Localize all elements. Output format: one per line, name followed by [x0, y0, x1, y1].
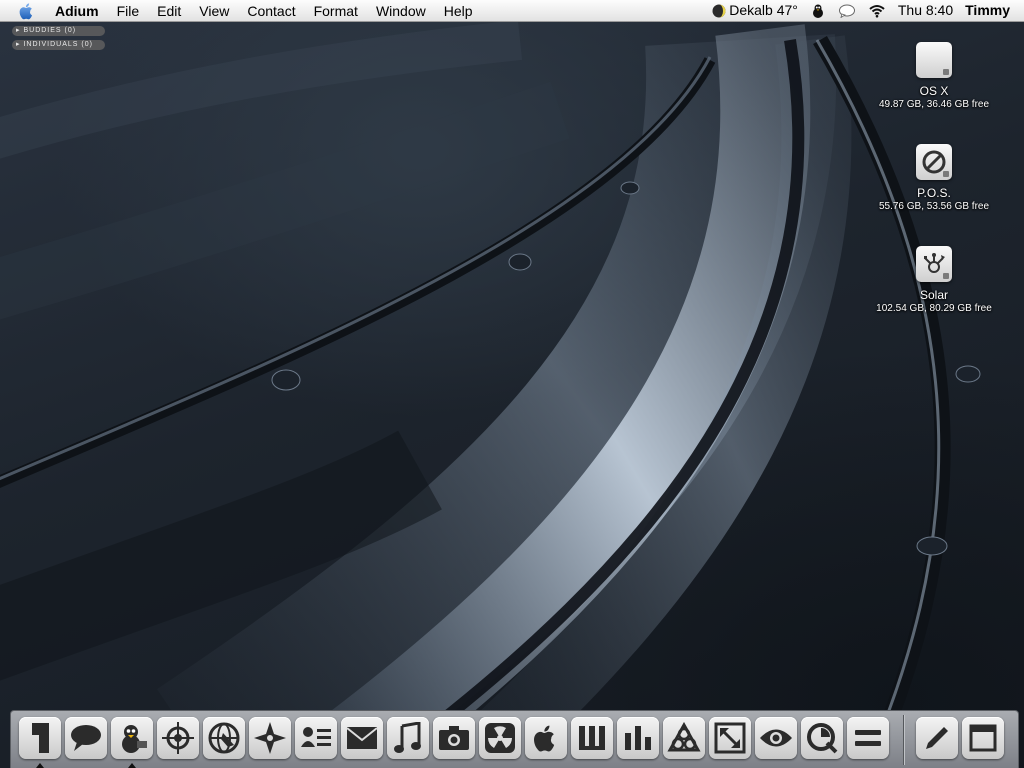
running-indicator: [36, 763, 44, 768]
menu-help[interactable]: Help: [435, 0, 482, 22]
menu-extras: Dekalb 47° Thu 8:40 Timmy: [706, 0, 1024, 21]
hard-drive-icon: [916, 42, 952, 78]
mail-icon[interactable]: [341, 717, 383, 759]
contact-group-buddies[interactable]: ▸ BUDDIES (0): [12, 26, 105, 36]
wifi-icon: [869, 4, 885, 17]
dock-separator: [903, 715, 904, 765]
volume-name: OS X: [919, 84, 949, 98]
itunes-icon[interactable]: [387, 717, 429, 759]
weather-text: Dekalb 47°: [729, 2, 798, 18]
text-editor-icon[interactable]: [571, 717, 613, 759]
menu-window[interactable]: Window: [367, 0, 435, 22]
contact-group-individuals[interactable]: ▸ INDIVIDUALS (0): [12, 40, 105, 50]
dock: [10, 710, 1019, 768]
eye-icon[interactable]: [755, 717, 797, 759]
volume-name: P.O.S.: [917, 186, 951, 200]
finder-icon[interactable]: [19, 717, 61, 759]
weather-moon-icon: [712, 4, 726, 17]
clock-text: Thu 8:40: [897, 2, 954, 18]
app-menu-adium[interactable]: Adium: [46, 0, 108, 22]
equals-icon[interactable]: [847, 717, 889, 759]
adium-chat-icon[interactable]: [65, 717, 107, 759]
menu-edit[interactable]: Edit: [148, 0, 190, 22]
menu-view[interactable]: View: [190, 0, 238, 22]
trefoil-icon[interactable]: [663, 717, 705, 759]
contact-group-label: BUDDIES (0): [23, 27, 77, 34]
adium-status-menu-extra[interactable]: [804, 3, 832, 19]
apple-icon[interactable]: [525, 717, 567, 759]
adium-duck-icon[interactable]: [111, 717, 153, 759]
menu-format[interactable]: Format: [305, 0, 367, 22]
adium-duck-icon: [812, 4, 823, 18]
speech-bubble-menu-extra[interactable]: [832, 4, 862, 18]
menu-file[interactable]: File: [108, 0, 149, 22]
iphoto-icon[interactable]: [433, 717, 475, 759]
activity-bars-icon[interactable]: [617, 717, 659, 759]
menu-contact[interactable]: Contact: [238, 0, 304, 22]
apple-menu-icon[interactable]: [16, 0, 38, 22]
compass-icon[interactable]: [249, 717, 291, 759]
radiation-icon[interactable]: [479, 717, 521, 759]
volume-info: 55.76 GB, 53.56 GB free: [878, 201, 990, 212]
crosshair-icon[interactable]: [157, 717, 199, 759]
contact-group-label: INDIVIDUALS (0): [23, 41, 93, 48]
user-menu[interactable]: Timmy: [959, 0, 1024, 21]
pencil-icon[interactable]: [916, 717, 958, 759]
volume-os-x[interactable]: OS X 49.87 GB, 36.46 GB free: [864, 42, 1004, 111]
speech-bubble-icon: [838, 4, 855, 18]
airport-menu-extra[interactable]: [862, 4, 892, 18]
volume-solar[interactable]: Solar 102.54 GB, 80.29 GB free: [864, 246, 1004, 315]
menu-bar: Adium File Edit View Contact Format Wind…: [0, 0, 1024, 22]
address-book-icon[interactable]: [295, 717, 337, 759]
window-icon[interactable]: [962, 717, 1004, 759]
volume-info: 102.54 GB, 80.29 GB free: [876, 303, 992, 314]
quicktime-icon[interactable]: [801, 717, 843, 759]
running-indicator: [128, 763, 136, 768]
user-name-text: Timmy: [965, 2, 1010, 18]
globe-icon[interactable]: [203, 717, 245, 759]
no-symbol-drive-icon: [916, 144, 952, 180]
clock-menu-extra[interactable]: Thu 8:40: [892, 0, 959, 21]
volume-info: 49.87 GB, 36.46 GB free: [878, 99, 990, 110]
volume-name: Solar: [919, 288, 948, 302]
resize-arrows-icon[interactable]: [709, 717, 751, 759]
firewire-drive-icon: [916, 246, 952, 282]
desktop-wallpaper: [0, 0, 1024, 768]
volume-pos[interactable]: P.O.S. 55.76 GB, 53.56 GB free: [864, 144, 1004, 213]
weather-menu-extra[interactable]: Dekalb 47°: [706, 0, 804, 21]
